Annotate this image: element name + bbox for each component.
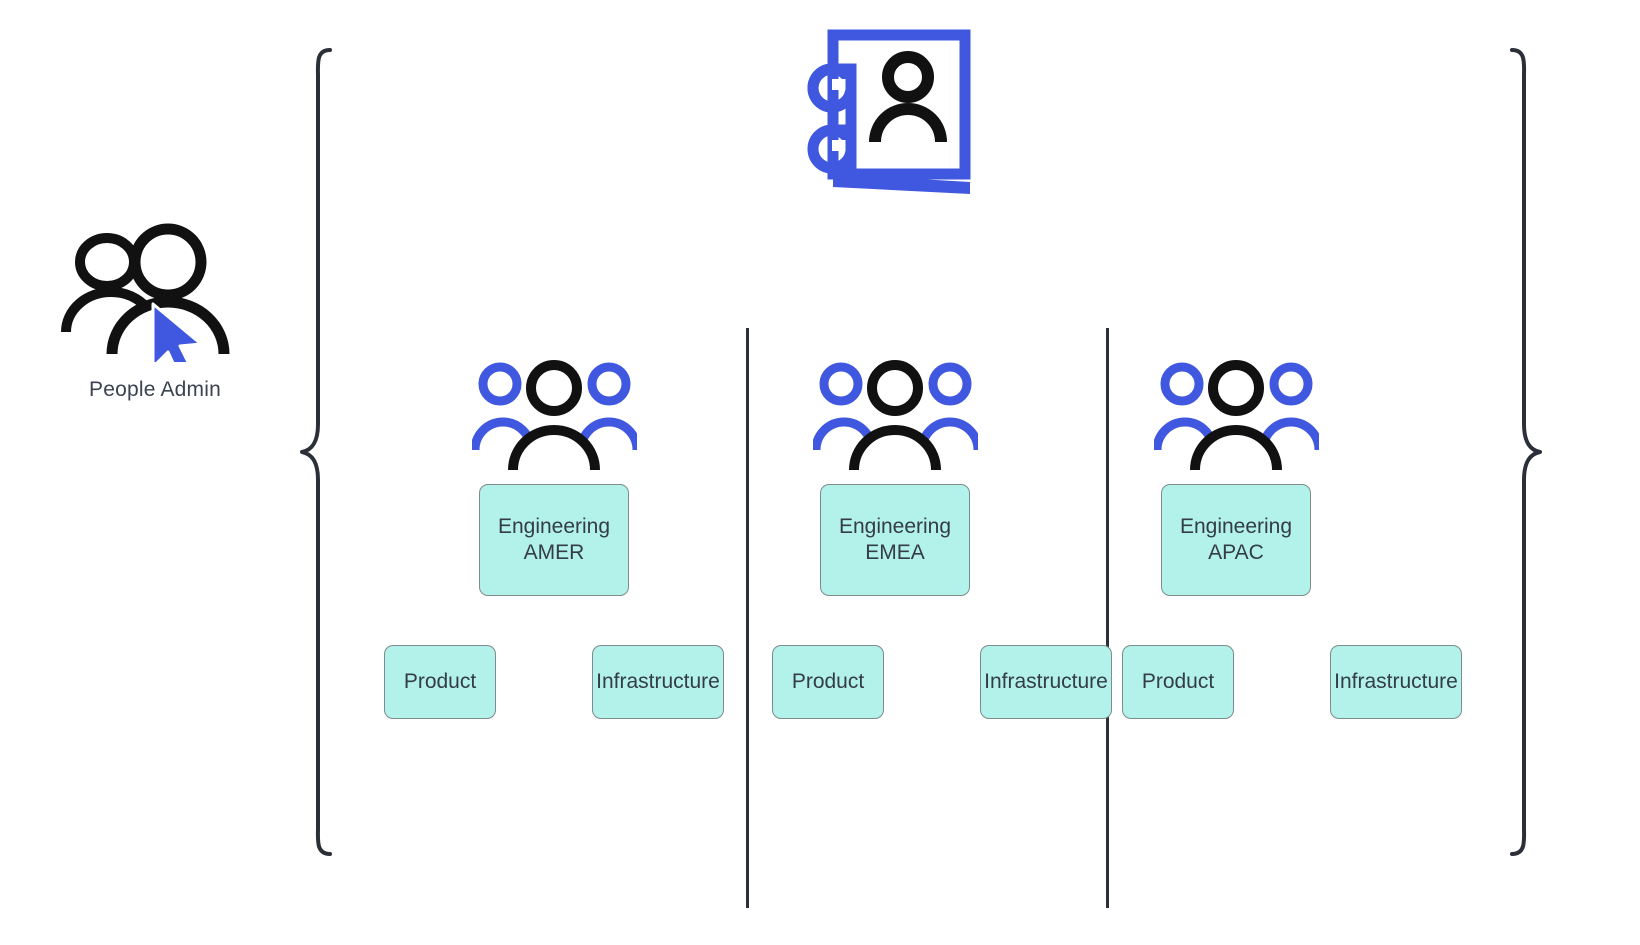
group-of-three-people-icon	[1152, 358, 1323, 471]
team-box-amer-line2: AMER	[523, 541, 585, 564]
team-box-apac-line1: Engineering	[1179, 515, 1293, 539]
people-admin-label: People Admin	[89, 378, 221, 401]
subteam-box-apac-product[interactable]: Product	[1122, 645, 1234, 719]
subteam-box-emea-infrastructure[interactable]: Infrastructure	[980, 645, 1112, 719]
subteam-box-amer-product[interactable]: Product	[384, 645, 496, 719]
region-column-amer: Engineering AMER	[404, 358, 704, 596]
team-box-apac-line2: APAC	[1208, 541, 1264, 564]
people-admin-actor[interactable]: People Admin	[60, 222, 250, 402]
people-with-cursor-icon	[60, 222, 250, 376]
team-box-amer[interactable]: Engineering AMER	[479, 484, 629, 596]
region-column-emea: Engineering EMEA	[745, 358, 1045, 596]
right-curly-brace	[1500, 46, 1546, 858]
contact-directory-icon	[795, 22, 980, 197]
group-of-three-people-icon	[811, 358, 982, 471]
subteam-box-apac-infrastructure[interactable]: Infrastructure	[1330, 645, 1462, 719]
team-box-emea-line2: EMEA	[865, 541, 925, 564]
subteam-box-amer-infrastructure[interactable]: Infrastructure	[592, 645, 724, 719]
region-column-apac: Engineering APAC	[1086, 358, 1386, 596]
subteam-box-emea-product[interactable]: Product	[772, 645, 884, 719]
team-box-emea-line1: Engineering	[838, 515, 952, 539]
team-box-amer-line1: Engineering	[497, 515, 611, 539]
group-of-three-people-icon	[470, 358, 641, 471]
subteam-row-emea: Product Infrastructure	[772, 645, 1112, 719]
subteam-row-amer: Product Infrastructure	[384, 645, 724, 719]
subteam-row-apac: Product Infrastructure	[1122, 645, 1462, 719]
diagram-canvas: People Admin Engineering AMER Product In…	[0, 0, 1640, 945]
left-curly-brace	[296, 46, 342, 858]
team-box-emea[interactable]: Engineering EMEA	[820, 484, 970, 596]
team-box-apac[interactable]: Engineering APAC	[1161, 484, 1311, 596]
